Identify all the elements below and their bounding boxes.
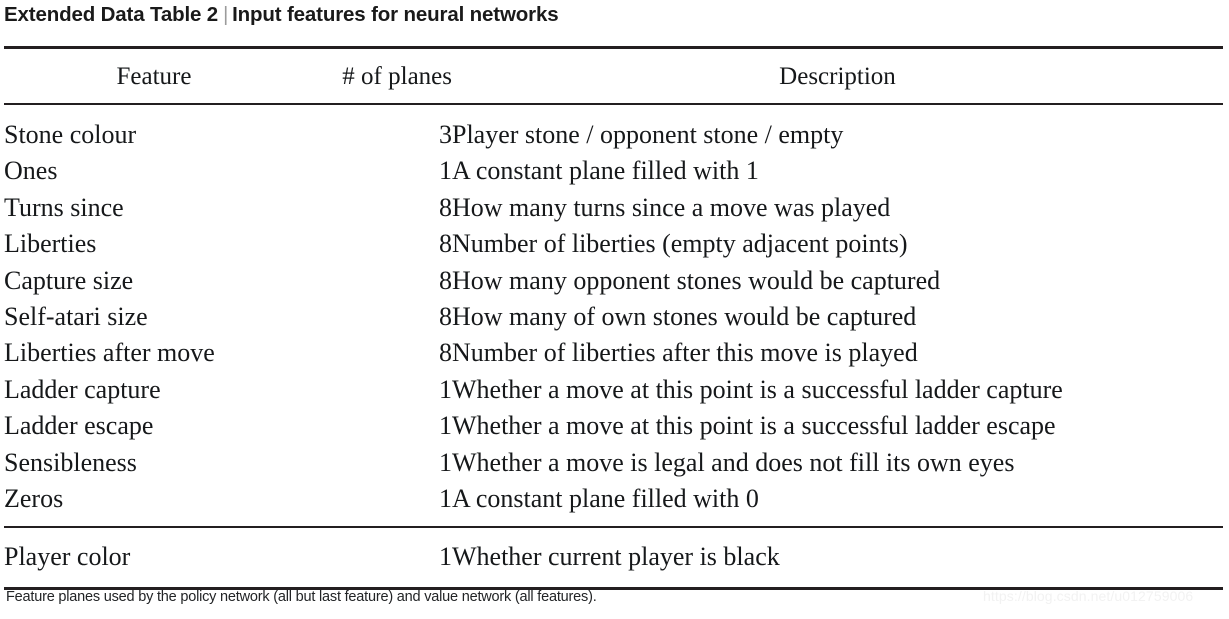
cell-description: Whether a move is legal and does not fil… <box>452 447 1015 477</box>
table-row: Liberties after move 8 Number of liberties… <box>4 335 1223 371</box>
cell-description: Whether a move at this point is a succes… <box>452 374 1063 404</box>
cell-feature: Turns since <box>4 192 124 222</box>
table-row: Stone colour 3 Player stone / opponent sto… <box>4 117 1223 153</box>
cell-planes: 8 <box>439 302 452 332</box>
table-row: Ladder capture 1 Whether a move at this po… <box>4 372 1223 408</box>
cell-description: Number of liberties (empty adjacent poin… <box>452 229 908 259</box>
table-row: Liberties 8 Number of liberties (empty adj… <box>4 226 1223 262</box>
cell-feature: Stone colour <box>4 120 137 149</box>
extended-data-table-figure: Extended Data Table 2 | Input features for… <box>0 0 1229 619</box>
cell-feature: Zeros <box>4 484 64 514</box>
cell-planes: 8 <box>439 265 452 295</box>
table-row: Turns since 8 How many turns since a move … <box>4 190 1223 226</box>
cell-description: A constant plane filled with 1 <box>452 156 759 186</box>
table-row: Ladder escape 1 Whether a move at this poi… <box>4 408 1223 444</box>
table-row: Ones 1 A constant plane filled with 1 <box>4 153 1223 189</box>
spacer <box>4 49 1223 60</box>
last-spacer-row-bottom <box>4 576 1223 587</box>
cell-planes: 1 <box>439 156 452 186</box>
cell-description: Whether a move at this point is a succes… <box>452 411 1056 441</box>
spacer <box>4 576 1223 587</box>
spacer <box>4 517 1223 526</box>
cell-planes: 1 <box>439 542 452 572</box>
table-last-row-group: Player color 1 Whether current player is… <box>4 528 1223 586</box>
cell-description: How many turns since a move was played <box>452 192 891 222</box>
cell-planes: 8 <box>439 229 452 259</box>
table-header-group: Feature # of planes Description <box>4 49 1223 103</box>
cell-planes: 3 <box>439 120 452 149</box>
cell-planes: 8 <box>439 338 452 368</box>
table-row: Player color 1 Whether current player is… <box>4 539 1223 575</box>
cell-feature: Ones <box>4 156 58 186</box>
title-separator: | <box>223 4 229 26</box>
cell-description: Number of liberties after this move is p… <box>452 338 918 368</box>
cell-planes: 1 <box>439 374 452 404</box>
cell-planes: 8 <box>439 192 452 222</box>
table-footnote: Feature planes used by the policy networ… <box>6 589 597 605</box>
cell-planes: 1 <box>439 411 452 441</box>
table-row: Zeros 1 A constant plane filled with 0 <box>4 481 1223 517</box>
table-body-group: Stone colour 3 Player stone / opponent sto… <box>4 105 1223 526</box>
cell-planes: 1 <box>439 484 452 514</box>
cell-description: Player stone / opponent stone / empty <box>452 120 844 149</box>
spacer <box>4 528 1223 539</box>
column-header-description: Description <box>779 63 896 90</box>
column-header-planes: # of planes <box>342 63 452 90</box>
spacer <box>4 105 1223 117</box>
cell-feature: Self-atari size <box>4 302 148 332</box>
column-header-feature: Feature <box>116 63 192 90</box>
cell-description: How many of own stones would be captured <box>452 302 917 332</box>
body-spacer-row-bottom <box>4 517 1223 526</box>
cell-feature: Sensibleness <box>4 447 137 477</box>
table-label: Extended Data Table 2 <box>4 3 219 26</box>
data-table: Feature # of planes Description Stone co… <box>4 46 1223 590</box>
body-spacer-row-top <box>4 105 1223 117</box>
header-spacer-row-bottom <box>4 93 1223 103</box>
table-row: Capture size 8 How many opponent stones wo… <box>4 263 1223 299</box>
cell-feature: Ladder escape <box>4 411 154 441</box>
table-row: Sensibleness 1 Whether a move is legal and… <box>4 445 1223 481</box>
cell-feature: Liberties <box>4 229 97 259</box>
cell-planes: 1 <box>439 447 452 477</box>
cell-feature: Ladder capture <box>4 374 161 404</box>
page-title: Extended Data Table 2 | Input features for… <box>4 3 1104 27</box>
spacer <box>4 93 1223 103</box>
table-row: Self-atari size 8 How many of own stones w… <box>4 299 1223 335</box>
last-spacer-row-top <box>4 528 1223 539</box>
header-spacer-row <box>4 49 1223 60</box>
table-header-row: Feature # of planes Description <box>4 60 1223 93</box>
watermark: https://blog.csdn.net/u012759006 <box>983 588 1194 604</box>
table-subtitle: Input features for neural networks <box>232 3 559 26</box>
cell-description: Whether current player is black <box>452 542 780 572</box>
cell-description: How many opponent stones would be captur… <box>452 265 941 295</box>
cell-description: A constant plane filled with 0 <box>452 484 759 514</box>
cell-feature: Player color <box>4 542 131 572</box>
cell-feature: Capture size <box>4 265 134 295</box>
cell-feature: Liberties after move <box>4 338 215 368</box>
